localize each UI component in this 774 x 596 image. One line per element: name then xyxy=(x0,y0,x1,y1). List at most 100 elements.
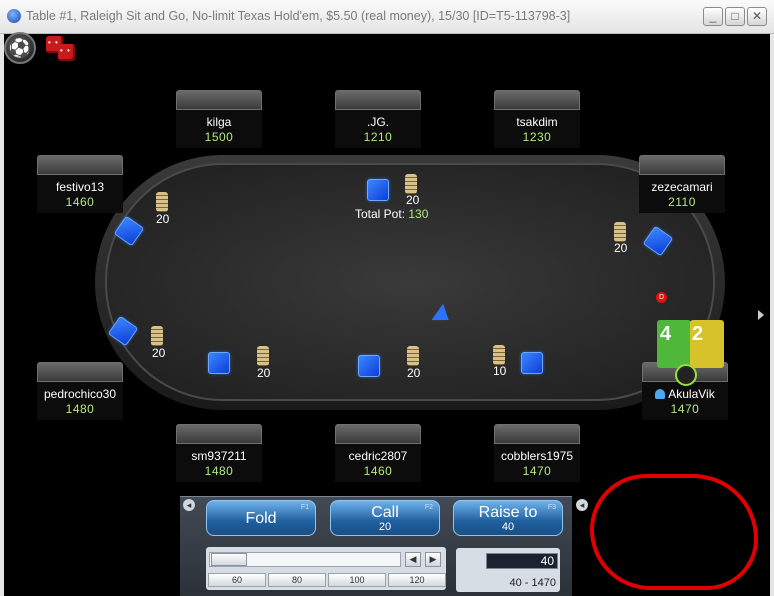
bet-jg: 20 xyxy=(406,193,420,207)
preset-bet-button[interactable]: 60 xyxy=(208,573,266,587)
hero-name: AkulaVik xyxy=(668,387,715,401)
increase-bet-button[interactable]: ▶ xyxy=(425,552,441,567)
collapse-left-icon[interactable]: ◂ xyxy=(183,499,195,511)
player-name: kilga xyxy=(206,115,232,129)
hotkey-label: F2 xyxy=(424,504,433,511)
seat-cobblers1975[interactable]: cobblers1975 1470 xyxy=(494,424,580,484)
preset-bet-button[interactable]: 100 xyxy=(328,573,386,587)
collapse-right-icon[interactable]: ◂ xyxy=(576,499,588,511)
chip-stack-icon xyxy=(407,346,419,366)
bet-sm937211: 20 xyxy=(257,366,271,380)
preset-bet-button[interactable]: 120 xyxy=(388,573,446,587)
raise-range-label: 40 - 1470 xyxy=(509,577,556,589)
seat-tsakdim[interactable]: tsakdim 1230 xyxy=(494,90,580,150)
chip-stack-icon xyxy=(156,192,168,212)
dice-icon[interactable] xyxy=(44,34,78,64)
dealer-button: D xyxy=(656,292,667,303)
preset-bet-button[interactable]: 80 xyxy=(268,573,326,587)
hotkey-label: F1 xyxy=(300,504,309,511)
chip-stack-icon xyxy=(151,326,163,346)
seat-cap xyxy=(335,90,421,110)
seat-zezecamari[interactable]: zezecamari 2110 xyxy=(639,155,725,215)
card-rank: 4 xyxy=(660,323,672,345)
soccer-ball-icon[interactable]: ⚽ xyxy=(4,32,36,64)
chevron-right-icon[interactable] xyxy=(758,310,764,320)
user-icon xyxy=(655,389,666,399)
seat-cap xyxy=(494,90,580,110)
call-label: Call xyxy=(371,504,399,521)
minimize-button[interactable]: _ xyxy=(703,7,723,26)
player-name: cedric2807 xyxy=(348,449,408,463)
decrease-bet-button[interactable]: ◀ xyxy=(405,552,421,567)
card-rank: 2 xyxy=(692,323,704,345)
player-name: .JG. xyxy=(366,115,389,129)
player-stack: 1460 xyxy=(65,195,95,209)
app-icon xyxy=(7,9,21,23)
total-pot: Total Pot: 130 xyxy=(355,207,428,221)
raise-button[interactable]: Raise to 40 F3 xyxy=(453,500,563,536)
hero-card-2: 2 xyxy=(690,320,724,368)
player-name: AkulaVik xyxy=(642,387,728,401)
call-button[interactable]: Call 20 F2 xyxy=(330,500,440,536)
hotkey-label: F3 xyxy=(547,504,556,511)
player-stack: 1480 xyxy=(204,464,234,478)
facedown-card-jg xyxy=(367,179,389,201)
bet-zezecamari: 20 xyxy=(614,241,628,255)
seat-sm937211[interactable]: sm937211 1480 xyxy=(176,424,262,484)
seat-cap xyxy=(639,155,725,175)
close-button[interactable]: ✕ xyxy=(747,7,767,26)
seat-jg[interactable]: .JG. 1210 xyxy=(335,90,421,150)
bet-slider-thumb[interactable] xyxy=(211,553,247,566)
title-bar[interactable]: Table #1, Raleigh Sit and Go, No-limit T… xyxy=(0,0,774,34)
player-name: pedrochico30 xyxy=(43,387,117,401)
player-stack: 1470 xyxy=(670,402,700,416)
facedown-card-cobblers1975 xyxy=(521,352,543,374)
seat-festivo13[interactable]: festivo13 1460 xyxy=(37,155,123,215)
player-name: zezecamari xyxy=(651,180,713,194)
seat-cap xyxy=(176,90,262,110)
seat-cedric2807[interactable]: cedric2807 1460 xyxy=(335,424,421,484)
bet-festivo13: 20 xyxy=(156,212,170,226)
seat-cap xyxy=(37,362,123,382)
bet-cobblers1975: 10 xyxy=(493,364,507,378)
seat-cap xyxy=(37,155,123,175)
player-name: festivo13 xyxy=(55,180,105,194)
bet-pedrochico30: 20 xyxy=(152,346,166,360)
player-stack: 1230 xyxy=(522,130,552,144)
player-stack: 1210 xyxy=(363,130,393,144)
fold-label: Fold xyxy=(245,510,277,527)
bet-cedric2807: 20 xyxy=(407,366,421,380)
window-title: Table #1, Raleigh Sit and Go, No-limit T… xyxy=(26,9,571,23)
chip-stack-icon xyxy=(614,222,626,242)
hero-card-1: 4 xyxy=(657,320,691,368)
seat-cap xyxy=(494,424,580,444)
player-stack: 1470 xyxy=(522,464,552,478)
fold-button[interactable]: Fold F1 xyxy=(206,500,316,536)
raise-amount-input[interactable]: 40 xyxy=(486,553,558,569)
call-amount: 20 xyxy=(378,521,392,533)
player-stack: 1480 xyxy=(65,402,95,416)
seat-kilga[interactable]: kilga 1500 xyxy=(176,90,262,150)
seat-cap xyxy=(335,424,421,444)
window-border-right xyxy=(770,34,774,596)
pot-value: 130 xyxy=(408,207,429,221)
raise-label: Raise to xyxy=(478,504,538,521)
chip-stack-icon xyxy=(493,345,505,365)
player-name: tsakdim xyxy=(516,115,558,129)
chip-stack-icon xyxy=(257,346,269,366)
player-name: sm937211 xyxy=(191,449,247,463)
player-stack: 1460 xyxy=(363,464,393,478)
player-stack: 1500 xyxy=(204,130,234,144)
player-name: cobblers1975 xyxy=(500,449,574,463)
raise-amount: 40 xyxy=(501,521,515,533)
chip-stack-icon xyxy=(405,174,417,194)
facedown-card-sm937211 xyxy=(208,352,230,374)
player-stack: 2110 xyxy=(668,195,696,209)
maximize-button[interactable]: □ xyxy=(725,7,745,26)
timer-icon xyxy=(675,364,697,386)
seat-cap xyxy=(176,424,262,444)
facedown-card-cedric2807 xyxy=(358,355,380,377)
red-annotation-circle xyxy=(590,474,758,590)
seat-pedrochico30[interactable]: pedrochico30 1480 xyxy=(37,362,123,422)
pot-label: Total Pot: xyxy=(355,207,406,221)
